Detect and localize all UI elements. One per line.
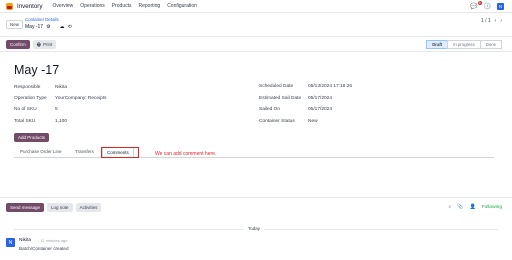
menu-products[interactable]: Products <box>112 3 132 9</box>
add-products-button[interactable]: Add Products <box>14 133 50 142</box>
comments-tab-highlight <box>101 147 139 158</box>
menu-operations[interactable]: Operations <box>80 3 104 9</box>
top-navbar: Inventory Overview Operations Products R… <box>0 0 512 13</box>
field-value-total-sku[interactable]: 1,100 <box>55 119 67 124</box>
tab-transfers[interactable]: Transfers <box>75 149 94 154</box>
messages-button[interactable]: 💬 5 <box>470 1 482 10</box>
field-label-scheduled-date: Scheduled Date <box>259 84 294 89</box>
chatter-tools: ⌕ 📎 👤 Following <box>448 204 502 210</box>
chat-icon: 💬 <box>470 4 478 10</box>
form-body: May -17 Responsible Nikita Operation Typ… <box>0 51 512 197</box>
chatter-actions: Send message Log note Activities <box>6 203 102 212</box>
systray: 💬 5 🕓 N <box>470 1 504 10</box>
pager: 1 / 1 ‹ › <box>481 18 502 24</box>
activities-button[interactable]: Activities <box>75 203 102 212</box>
clock-icon[interactable]: 🕓 <box>484 3 491 10</box>
message-time: - 11 minutes ago <box>38 238 68 243</box>
message-body: Batch/Container created <box>19 246 69 251</box>
chevron-right-icon[interactable]: › <box>500 18 502 24</box>
today-label: Today <box>244 226 265 231</box>
message-author[interactable]: Nikita <box>19 238 31 243</box>
field-label-total-sku: Total SKU <box>14 119 36 124</box>
log-note-button[interactable]: Log note <box>47 203 73 212</box>
field-label-container-status: Container Status <box>259 119 295 124</box>
status-bar: Draft In progress Done <box>426 40 502 49</box>
print-button[interactable]: 🖶 Print <box>32 40 57 49</box>
record-name: May -17 <box>25 24 44 30</box>
inventory-app-icon[interactable] <box>6 2 13 10</box>
status-done[interactable]: Done <box>479 40 502 49</box>
field-label-responsible: Responsible <box>14 85 41 90</box>
field-label-operation-type: Operation Type <box>14 96 47 101</box>
paperclip-icon[interactable]: 📎 <box>457 204 463 210</box>
messages-badge: 5 <box>477 1 482 5</box>
status-in-progress[interactable]: In progress <box>447 40 481 49</box>
print-label: Print <box>43 42 53 47</box>
search-icon[interactable]: ⌕ <box>448 204 451 210</box>
field-value-container-status[interactable]: New <box>308 119 318 124</box>
menu-configuration[interactable]: Configuration <box>167 3 197 9</box>
gear-icon[interactable]: ⚙ <box>46 24 50 30</box>
confirm-button[interactable]: Confirm <box>6 40 30 49</box>
user-avatar[interactable]: N <box>497 3 504 10</box>
app-name[interactable]: Inventory <box>17 3 42 10</box>
message-avatar[interactable]: N <box>6 238 15 247</box>
field-label-no-of-sku: No of SKU <box>14 107 37 112</box>
field-label-estimated-sail-date: Estimated Sail Date <box>259 96 302 101</box>
menu-reporting[interactable]: Reporting <box>139 3 161 9</box>
send-message-button[interactable]: Send message <box>6 203 45 212</box>
followers-icon[interactable]: 👤 <box>470 204 476 210</box>
field-value-no-of-sku[interactable]: 5 <box>55 107 58 112</box>
field-value-estimated-sail-date[interactable]: 05/17/2024 <box>308 96 332 101</box>
control-panel: New Container Details May -17 ⚙ ☁ ⟲ 1 / … <box>0 13 512 37</box>
discard-icon[interactable]: ⟲ <box>68 24 72 30</box>
record-title[interactable]: May -17 <box>14 63 59 77</box>
breadcrumb[interactable]: Container Details <box>25 17 59 22</box>
pager-value[interactable]: 1 / 1 <box>481 18 491 24</box>
chatter-divider <box>0 197 512 198</box>
field-value-responsible[interactable]: Nikita <box>55 85 67 90</box>
field-value-operation-type[interactable]: YourCompany: Receipts <box>55 96 107 101</box>
field-value-sailed-on[interactable]: 05/17/2024 <box>308 107 332 112</box>
annotation-text: We can add comment here. <box>155 151 217 157</box>
field-value-scheduled-date[interactable]: 05/13/2024 17:18:26 <box>308 84 352 89</box>
record-title-row: May -17 ⚙ ☁ ⟲ <box>25 24 72 30</box>
form-sheet: Confirm 🖶 Print Draft In progress Done M… <box>0 37 512 197</box>
notebook-tabs: Purchase Order Line Transfers Comments <box>14 147 494 158</box>
cloud-save-icon[interactable]: ☁ <box>60 24 65 30</box>
menu-overview[interactable]: Overview <box>52 3 73 9</box>
status-draft[interactable]: Draft <box>426 40 449 49</box>
field-label-sailed-on: Sailed On <box>259 107 281 112</box>
printer-icon: 🖶 <box>36 41 42 47</box>
chevron-left-icon[interactable]: ‹ <box>495 18 497 24</box>
tab-purchase-order-line[interactable]: Purchase Order Line <box>20 149 62 154</box>
header-actions: Confirm 🖶 Print <box>6 40 57 49</box>
new-button[interactable]: New <box>6 20 24 29</box>
following-button[interactable]: Following <box>482 205 502 210</box>
